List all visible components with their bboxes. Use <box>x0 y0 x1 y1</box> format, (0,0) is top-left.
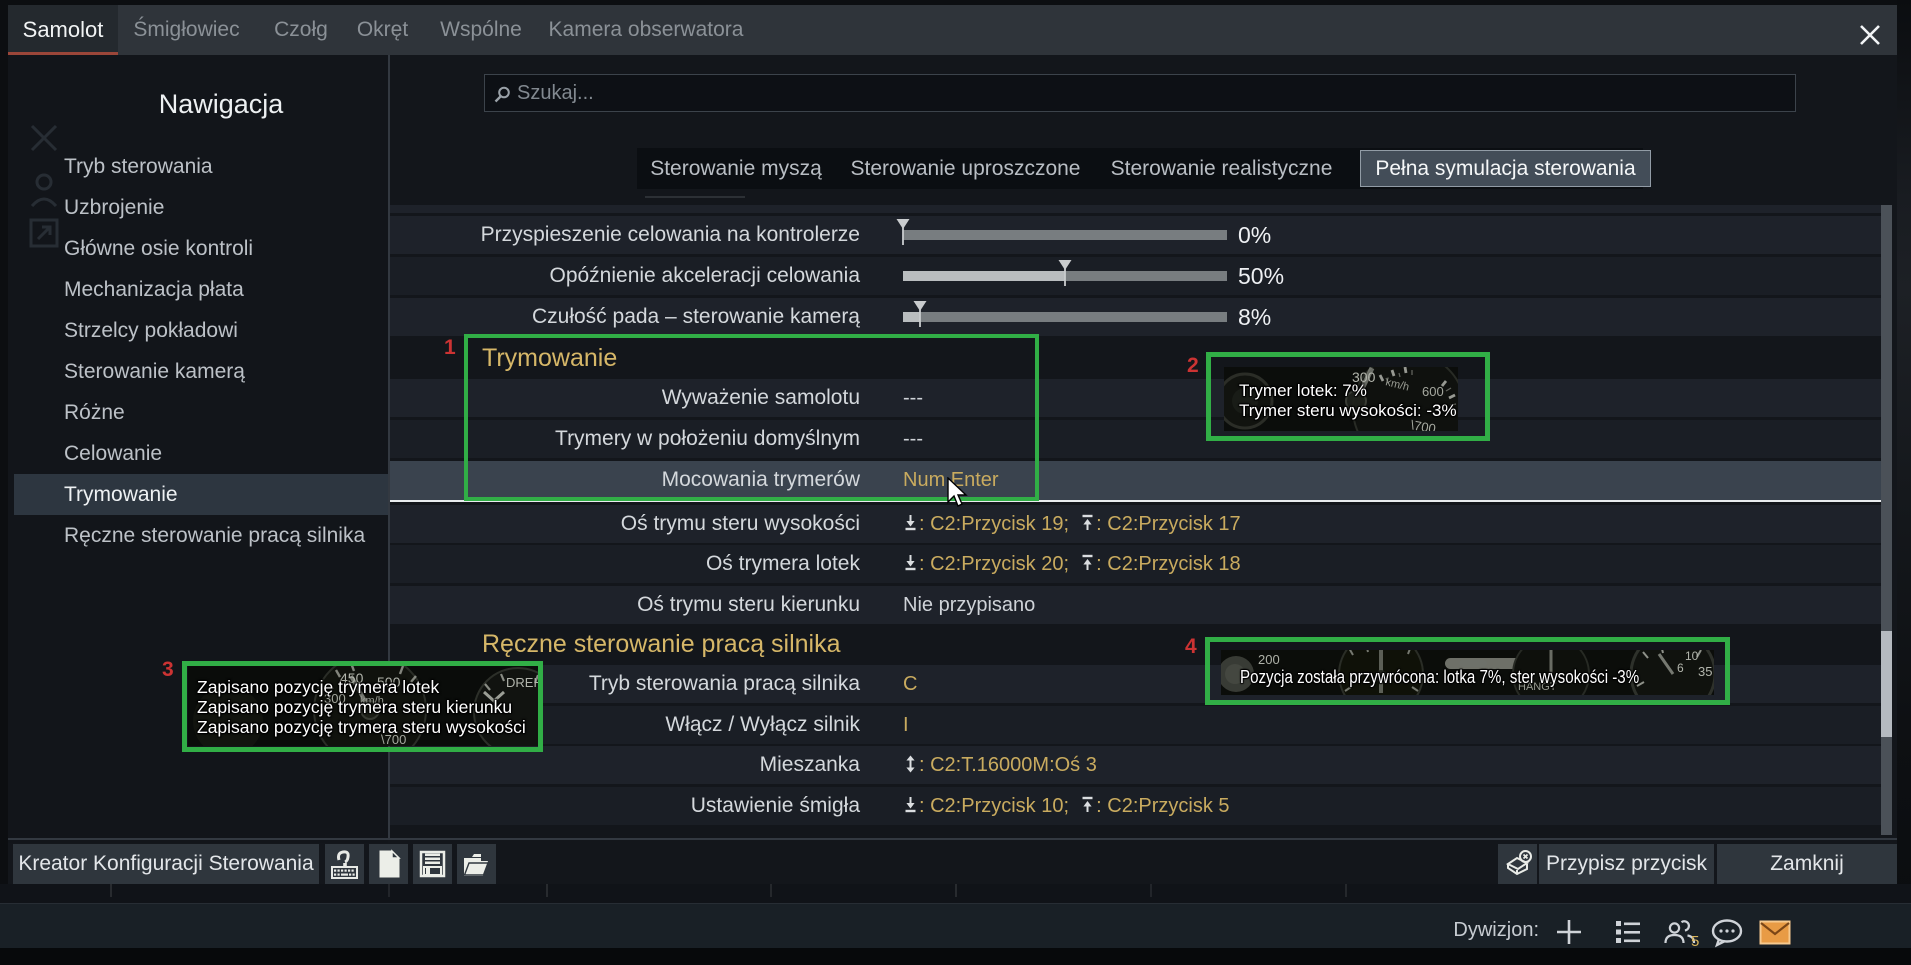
svg-text:DREH: DREH <box>506 675 538 690</box>
svg-text:10: 10 <box>1685 650 1699 663</box>
svg-text:600: 600 <box>1422 384 1444 399</box>
svg-text:6: 6 <box>1677 661 1684 675</box>
svg-text:200: 200 <box>1258 652 1280 667</box>
svg-text:35: 35 <box>1698 664 1712 679</box>
